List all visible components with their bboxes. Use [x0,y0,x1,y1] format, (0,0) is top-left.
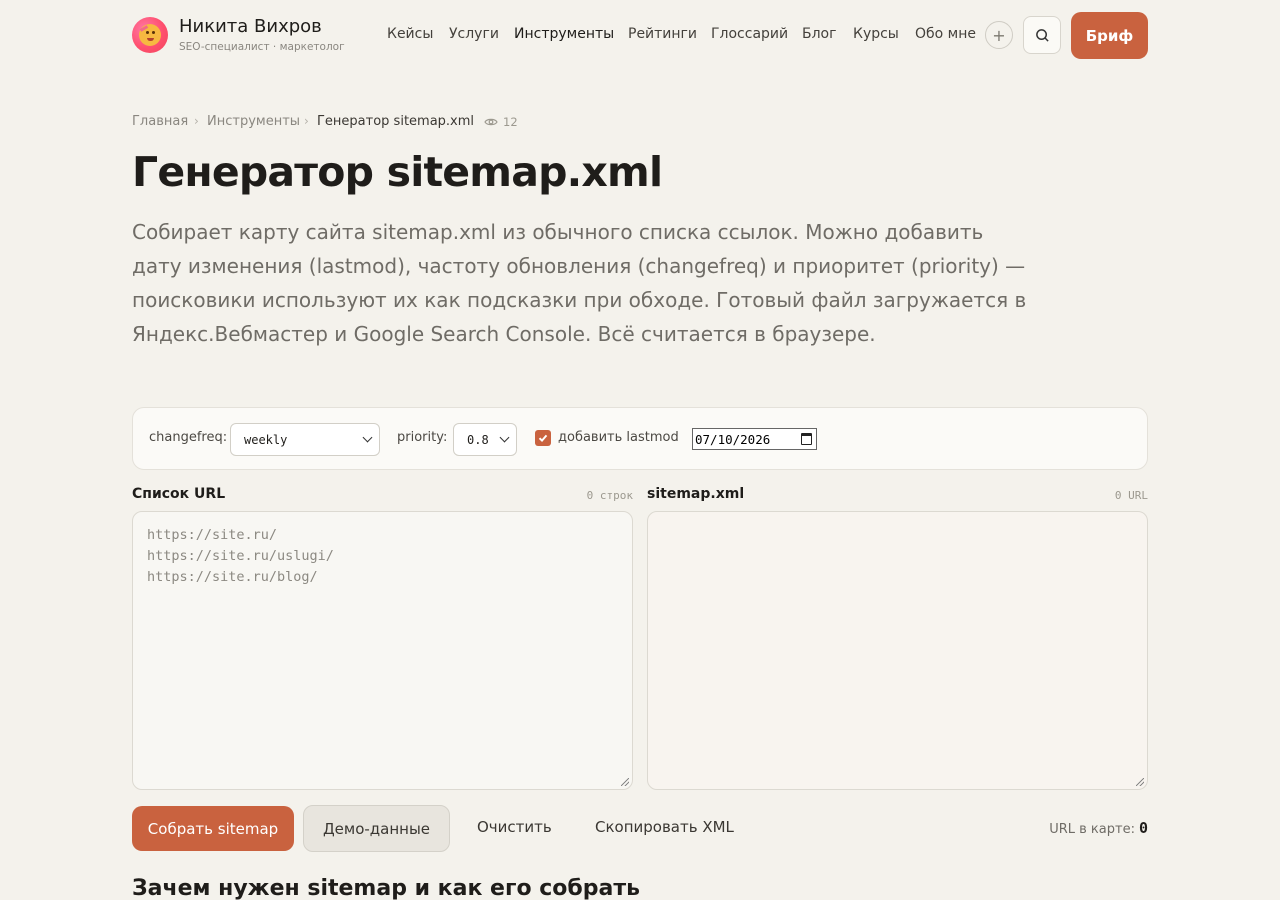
avatar-logo[interactable] [132,17,168,53]
priority-label: priority: [397,430,448,445]
demo-data-button[interactable]: Демо-данные [303,805,450,852]
lastmod-checkbox[interactable] [535,430,551,446]
changefreq-value: weekly [244,432,288,447]
plus-icon: + [992,25,1006,45]
eye-icon [484,118,498,126]
section-title: Зачем нужен sitemap и как его собрать [132,876,641,900]
view-count: 12 [503,115,518,129]
nav-item-services[interactable]: Услуги [449,26,499,42]
nav-item-ratings[interactable]: Рейтинги [628,26,697,42]
priority-value: 0.8 [467,432,489,447]
url-line-count: 0 строк [586,489,633,502]
sitemap-output-textarea[interactable] [647,511,1148,790]
nav-item-courses[interactable]: Курсы [853,26,899,42]
nav-item-about[interactable]: Обо мне [915,26,976,42]
nav-item-tools[interactable]: Инструменты [514,26,614,42]
page-lead: Собирает карту сайта sitemap.xml из обыч… [132,220,1027,346]
breadcrumb-home[interactable]: Главная [132,114,188,129]
search-icon [1035,28,1049,42]
lastmod-date-value: 07/10/2026 [695,431,771,447]
lastmod-date-input[interactable]: 07/10/2026 [692,428,817,450]
clear-button[interactable]: Очистить [477,818,552,836]
breadcrumb-separator: › [194,114,199,128]
build-sitemap-button[interactable]: Собрать sitemap [132,806,294,851]
site-header: Никита Вихров SEO-специалист · маркетоло… [0,0,1280,70]
brief-button[interactable]: Бриф [1071,12,1148,59]
brand-subtitle: SEO-специалист · маркетолог [179,41,345,53]
url-count-label: URL в карте: [1049,822,1135,837]
chevron-down-icon [499,432,510,443]
url-count-value: 0 [1138,819,1148,837]
page-title: Генератор sitemap.xml [132,148,663,196]
nav-item-cases[interactable]: Кейсы [387,26,433,42]
check-icon [538,434,548,443]
priority-select[interactable]: 0.8 [453,423,517,456]
nav-item-glossary[interactable]: Глоссарий [711,26,788,42]
changefreq-label: changefreq: [149,430,228,445]
sitemap-output-title: sitemap.xml [647,486,745,502]
url-list-placeholder: https://site.ru/ https://site.ru/uslugi/… [147,527,334,585]
breadcrumb-separator: › [304,114,309,128]
sitemap-url-count: 0 URL [1114,489,1148,502]
url-count-summary: URL в карте: 0 [1049,819,1148,837]
brand-name[interactable]: Никита Вихров [179,16,322,37]
calendar-icon[interactable] [801,433,812,445]
breadcrumb-current: Генератор sitemap.xml [317,114,475,129]
resize-handle-icon[interactable] [1136,778,1144,786]
nav-item-blog[interactable]: Блог [802,26,836,42]
more-nav-button[interactable]: + [985,21,1013,49]
breadcrumb-tools[interactable]: Инструменты [207,114,300,129]
chevron-down-icon [362,432,373,443]
options-bar: changefreq: weekly priority: 0.8 добавит… [132,407,1148,470]
url-list-title: Список URL [132,486,226,502]
resize-handle-icon[interactable] [621,778,629,786]
copy-xml-button[interactable]: Скопировать XML [595,818,734,836]
view-counter: 12 [484,115,518,129]
url-list-textarea[interactable]: https://site.ru/ https://site.ru/uslugi/… [132,511,633,790]
lastmod-label[interactable]: добавить lastmod [558,430,679,445]
search-button[interactable] [1023,16,1061,54]
changefreq-select[interactable]: weekly [230,423,380,456]
